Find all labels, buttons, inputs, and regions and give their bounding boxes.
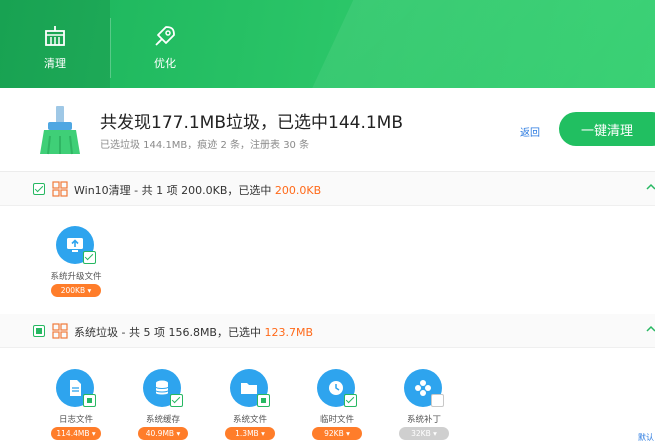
item-checkbox[interactable]: [83, 394, 96, 407]
monitor-upload-icon: [67, 238, 83, 252]
scan-result-title: 共发现177.1MB垃圾，已选中144.1MB: [100, 113, 403, 133]
item-checkbox[interactable]: [431, 394, 444, 407]
section-header-win10[interactable]: Win10清理 - 共 1 项 200.0KB，已选中 200.0KB: [0, 172, 655, 206]
tab-clean-label: 清理: [44, 57, 66, 70]
item-size: 1.3MB: [235, 429, 259, 438]
item-size: 114.4MB: [56, 429, 90, 438]
clean-item-temp-files[interactable]: 临时文件 92KB ▾: [301, 369, 373, 444]
item-size: 200KB: [60, 286, 86, 295]
item-label: 系统缓存: [145, 415, 180, 425]
one-click-clean-button[interactable]: 一键清理: [559, 112, 655, 146]
item-checkbox[interactable]: [344, 394, 357, 407]
item-size-dropdown[interactable]: 32KB ▾: [399, 427, 449, 440]
windows-logo-icon: [52, 181, 68, 197]
database-icon: [155, 380, 169, 395]
document-icon: [70, 380, 81, 396]
item-label: 日志文件: [58, 415, 93, 425]
item-label: 系统升级文件: [50, 272, 102, 282]
item-size-dropdown[interactable]: 200KB ▾: [51, 284, 101, 297]
section-summary-text: Win10清理 - 共 1 项 200.0KB，已选中: [74, 184, 275, 197]
item-label: 临时文件: [319, 415, 354, 425]
clean-item-system-files[interactable]: 系统文件 1.3MB ▾: [214, 369, 286, 444]
item-size-dropdown[interactable]: 92KB ▾: [312, 427, 362, 440]
scan-result-subtitle: 已选垃圾 144.1MB，痕迹 2 条，注册表 30 条: [100, 140, 310, 151]
clean-item-log-files[interactable]: 日志文件 114.4MB ▾: [40, 369, 112, 444]
clean-item-upgrade-files[interactable]: 系统升级文件 200KB ▾: [40, 226, 112, 316]
item-size: 92KB: [324, 429, 344, 438]
corner-link[interactable]: 默认: [638, 432, 654, 443]
scan-summary-panel: 共发现177.1MB垃圾，已选中144.1MB 已选垃圾 144.1MB，痕迹 …: [0, 88, 655, 172]
top-nav-bar: 清理 优化: [0, 0, 655, 88]
item-checkbox[interactable]: [257, 394, 270, 407]
item-size: 40.9MB: [145, 429, 175, 438]
section-checkbox-system-junk[interactable]: [33, 325, 45, 337]
section-selected-size: 123.7MB: [264, 326, 314, 339]
section-header-system-junk[interactable]: 系统垃圾 - 共 5 项 156.8MB，已选中 123.7MB: [0, 314, 655, 348]
clean-item-system-cache[interactable]: 系统缓存 40.9MB ▾: [127, 369, 199, 444]
section-checkbox-win10[interactable]: [33, 183, 45, 195]
back-link[interactable]: 返回: [520, 124, 540, 139]
folder-icon: [241, 383, 257, 394]
chevron-up-icon[interactable]: [646, 182, 655, 192]
section-title-win10: Win10清理 - 共 1 项 200.0KB，已选中 200.0KB: [74, 182, 321, 198]
section-summary-text: 系统垃圾 - 共 5 项 156.8MB，已选中: [74, 326, 265, 339]
item-checkbox[interactable]: [170, 394, 183, 407]
item-label: 系统文件: [232, 415, 267, 425]
section-title-system-junk: 系统垃圾 - 共 5 项 156.8MB，已选中 123.7MB: [74, 324, 313, 340]
tab-optimize[interactable]: 优化: [110, 0, 220, 88]
windows-logo-icon: [52, 323, 68, 339]
tab-clean[interactable]: 清理: [0, 0, 110, 88]
broom-large-icon: [40, 106, 80, 155]
item-size-dropdown[interactable]: 1.3MB ▾: [225, 427, 275, 440]
section-selected-size: 200.0KB: [274, 184, 322, 197]
item-label: 系统补丁: [406, 415, 441, 425]
item-size-dropdown[interactable]: 40.9MB ▾: [138, 427, 188, 440]
clock-icon: [329, 381, 343, 395]
item-size: 32KB: [411, 429, 431, 438]
chevron-up-icon[interactable]: [646, 324, 655, 334]
clean-item-system-patches[interactable]: 系统补丁 32KB ▾: [388, 369, 460, 444]
item-size-dropdown[interactable]: 114.4MB ▾: [51, 427, 101, 440]
rocket-icon: [155, 26, 175, 46]
tab-optimize-label: 优化: [154, 57, 176, 70]
broom-icon: [45, 26, 65, 46]
item-checkbox[interactable]: [83, 251, 96, 264]
puzzle-icon: [415, 380, 431, 396]
